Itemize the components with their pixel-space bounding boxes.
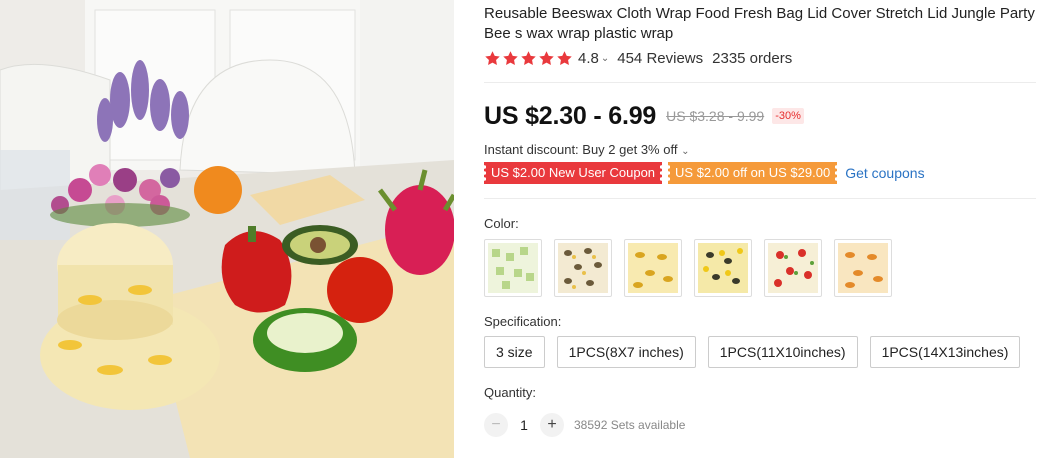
get-coupons-link[interactable]: Get coupons [845,165,924,181]
color-option-orange-bee-pattern[interactable] [834,239,892,297]
star-icon [557,50,572,65]
specification-label: Specification: [484,314,562,329]
stock-available: 38592 Sets available [574,418,686,432]
color-option-cherry-pattern[interactable] [764,239,822,297]
quantity-input[interactable]: 1 [508,417,540,433]
instant-discount-label: Instant discount: Buy 2 get 3% off [484,142,678,157]
color-option-bee-pattern[interactable] [554,239,612,297]
spec-option-8x7[interactable]: 1PCS(8X7 inches) [556,336,696,368]
new-user-coupon[interactable]: US $2.00 New User Coupon [482,162,664,184]
color-option-bee-yellow-pattern[interactable] [624,239,682,297]
instant-discount[interactable]: Instant discount: Buy 2 get 3% off ⌄ [484,142,689,157]
divider [484,82,1036,83]
rating-row: 4.8 ⌄ 454 Reviews 2335 orders [484,48,792,68]
store-coupon[interactable]: US $2.00 off on US $29.00 [667,162,839,184]
discount-badge: -30% [772,108,804,124]
divider [484,198,1036,199]
star-rating [484,50,573,67]
color-option-green-pattern[interactable] [484,239,542,297]
specification-options: 3 size 1PCS(8X7 inches) 1PCS(11X10inches… [484,336,1021,368]
spec-option-3-size[interactable]: 3 size [484,336,545,368]
chevron-down-icon: ⌄ [681,146,690,157]
spec-option-14x13[interactable]: 1PCS(14X13inches) [869,336,1021,368]
product-title: Reusable Beeswax Cloth Wrap Food Fresh B… [484,5,1035,42]
color-label: Color: [484,216,519,231]
orders-count: 2335 orders [712,49,793,67]
star-icon [539,50,554,65]
star-icon [521,50,536,65]
quantity-label: Quantity: [484,385,537,400]
price-row: US $2.30 - 6.99 US $3.28 - 9.99 -30% [484,100,804,132]
reviews-count[interactable]: 454 Reviews [617,50,703,67]
quantity-increase-button[interactable]: + [540,413,564,437]
spec-option-11x10[interactable]: 1PCS(11X10inches) [707,336,858,368]
star-icon [485,50,500,65]
original-price: US $3.28 - 9.99 [666,108,765,124]
product-info-panel: Reusable Beeswax Cloth Wrap Food Fresh B… [482,0,1036,458]
coupon-row: US $2.00 New User Coupon US $2.00 off on… [482,162,925,184]
quantity-stepper: − 1 + 38592 Sets available [484,413,685,437]
chevron-down-icon[interactable]: ⌄ [601,53,609,64]
color-swatches [484,239,892,297]
current-price: US $2.30 - 6.99 [484,101,657,130]
quantity-decrease-button[interactable]: − [484,413,508,437]
color-option-honeycomb-pattern[interactable] [694,239,752,297]
rating-value[interactable]: 4.8 [578,50,599,67]
star-icon [503,50,518,65]
product-main-image[interactable] [0,0,454,458]
